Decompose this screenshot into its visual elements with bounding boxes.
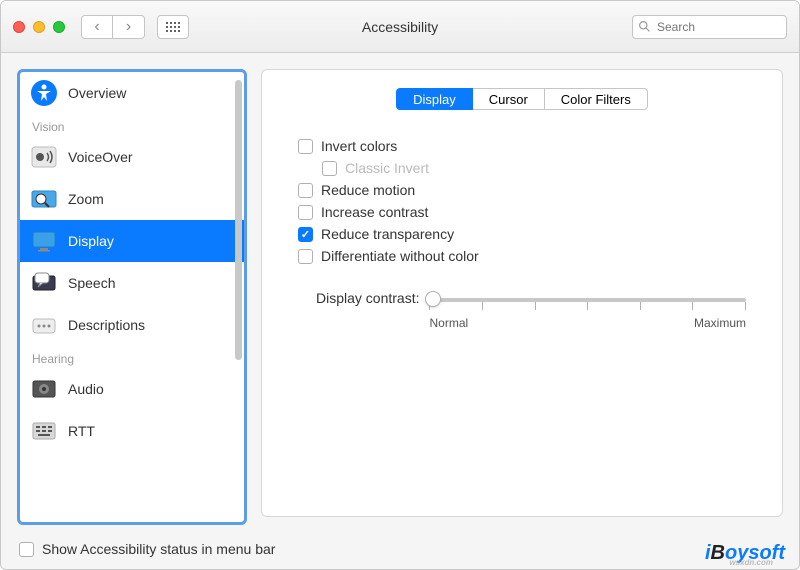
sidebar-item-label: RTT [68,423,95,439]
option-label: Increase contrast [321,204,428,220]
sidebar-item-rtt[interactable]: RTT [20,410,244,452]
option-invert-colors[interactable]: Invert colors [298,138,756,154]
options: Invert colors Classic Invert Reduce moti… [298,138,756,264]
checkbox [322,161,337,176]
sidebar-item-label: Overview [68,85,126,101]
option-reduce-transparency[interactable]: Reduce transparency [298,226,756,242]
checkbox[interactable] [298,227,313,242]
sidebar-list[interactable]: Overview Vision VoiceOver Zoom Display [20,72,244,522]
preferences-window: ‹ › Accessibility Overview Vision VoiceO… [0,0,800,570]
sidebar: Overview Vision VoiceOver Zoom Display [17,69,247,525]
search-wrap [632,15,787,39]
footer-option[interactable]: Show Accessibility status in menu bar [19,541,275,557]
minimize-icon[interactable] [33,21,45,33]
checkbox[interactable] [298,249,313,264]
tab-color-filters[interactable]: Color Filters [545,88,648,110]
sidebar-item-overview[interactable]: Overview [20,72,244,114]
option-differentiate[interactable]: Differentiate without color [298,248,756,264]
accessibility-icon [30,79,58,107]
option-label: Invert colors [321,138,397,154]
sidebar-item-label: Speech [68,275,115,291]
search-input[interactable] [632,15,787,39]
window-title: Accessibility [362,19,438,35]
voiceover-icon [30,143,58,171]
sidebar-item-label: Descriptions [68,317,145,333]
section-hearing: Hearing [20,346,244,368]
titlebar: ‹ › Accessibility [1,1,799,53]
back-button[interactable]: ‹ [81,15,113,39]
section-vision: Vision [20,114,244,136]
sidebar-item-audio[interactable]: Audio [20,368,244,410]
tab-display[interactable]: Display [396,88,473,110]
sidebar-item-zoom[interactable]: Zoom [20,178,244,220]
option-label: Reduce transparency [321,226,454,242]
footer-label: Show Accessibility status in menu bar [42,541,275,557]
checkbox[interactable] [19,542,34,557]
rtt-icon [30,417,58,445]
option-label: Reduce motion [321,182,415,198]
chevron-right-icon: › [126,18,131,36]
audio-icon [30,375,58,403]
descriptions-icon [30,311,58,339]
checkbox[interactable] [298,183,313,198]
search-icon [638,20,651,33]
sidebar-item-descriptions[interactable]: Descriptions [20,304,244,346]
chevron-left-icon: ‹ [94,18,99,36]
speech-icon [30,269,58,297]
main-panel: Display Cursor Color Filters Invert colo… [261,69,783,517]
scrollbar[interactable] [235,80,242,360]
sidebar-item-label: Audio [68,381,104,397]
sidebar-item-label: VoiceOver [68,149,133,165]
content: Overview Vision VoiceOver Zoom Display [1,53,799,533]
slider-max-label: Maximum [694,316,746,330]
option-reduce-motion[interactable]: Reduce motion [298,182,756,198]
sidebar-item-label: Zoom [68,191,104,207]
tab-cursor[interactable]: Cursor [473,88,545,110]
sidebar-item-display[interactable]: Display [20,220,244,262]
sidebar-item-speech[interactable]: Speech [20,262,244,304]
nav-buttons: ‹ › [81,15,145,39]
checkbox[interactable] [298,139,313,154]
grid-icon [166,22,180,32]
tab-bar: Display Cursor Color Filters [288,88,756,110]
slider-ticks [429,302,746,310]
show-all-button[interactable] [157,15,189,39]
forward-button[interactable]: › [113,15,145,39]
display-icon [30,227,58,255]
option-increase-contrast[interactable]: Increase contrast [298,204,756,220]
checkbox[interactable] [298,205,313,220]
zoom-icon [30,185,58,213]
close-icon[interactable] [13,21,25,33]
contrast-slider-row: Display contrast: Normal Maximum [316,290,756,330]
slider-label: Display contrast: [316,290,419,306]
option-label: Classic Invert [345,160,429,176]
slider-track [429,298,746,302]
sidebar-item-label: Display [68,233,114,249]
watermark: iBoysoft wsxdn.com [705,542,785,565]
contrast-slider[interactable]: Normal Maximum [429,290,746,330]
sidebar-item-voiceover[interactable]: VoiceOver [20,136,244,178]
option-label: Differentiate without color [321,248,479,264]
slider-range-labels: Normal Maximum [429,316,746,330]
watermark-url: wsxdn.com [729,558,773,567]
zoom-icon[interactable] [53,21,65,33]
option-classic-invert: Classic Invert [322,160,756,176]
slider-min-label: Normal [429,316,468,330]
window-controls [13,21,65,33]
